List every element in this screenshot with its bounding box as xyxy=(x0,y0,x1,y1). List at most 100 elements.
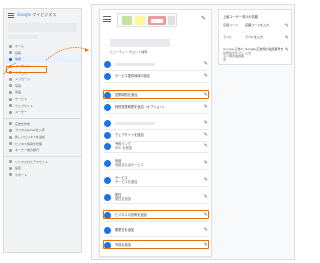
info-row[interactable]: 商品 商品またはサービス ✎ xyxy=(104,159,208,167)
manage-icon xyxy=(9,142,12,146)
info-row-label: 開業日を追加 xyxy=(115,228,135,232)
cover-photo[interactable] xyxy=(117,13,177,27)
sidebar-item[interactable]: メッセージ xyxy=(4,76,81,83)
edit-icon[interactable]: ✎ xyxy=(202,194,208,200)
sidebar-item[interactable]: 情報 xyxy=(4,56,81,63)
row-divider xyxy=(104,203,208,204)
edit-icon[interactable]: ✎ xyxy=(202,120,208,126)
sidebar-item[interactable]: 商品 xyxy=(4,89,81,96)
sidebar-divider xyxy=(4,117,81,119)
edit-icon[interactable]: ✎ xyxy=(202,143,208,149)
sidebar-item-label: 投稿 xyxy=(15,50,22,55)
sidebar-item-label: 広告を作成 xyxy=(15,121,31,126)
menu-icon[interactable] xyxy=(8,12,14,18)
edit-icon[interactable]: ✎ xyxy=(202,73,208,79)
edit-icon[interactable]: ✎ xyxy=(202,227,208,233)
sidebar-item[interactable]: 写真 xyxy=(4,83,81,90)
row-divider xyxy=(104,113,208,114)
info-row[interactable]: サービス サービスを追加 ✎ xyxy=(104,176,208,184)
sidebar-item[interactable]: ホーム xyxy=(4,43,81,50)
advanced-info-value: 店舗コードを入力 xyxy=(245,23,270,27)
advanced-info-row[interactable]: ラベル ラベルを入力 ✎ xyxy=(223,35,289,41)
sidebar-item-label: カスタムGmailを入手 xyxy=(15,128,45,133)
home-icon xyxy=(9,44,12,48)
website-icon xyxy=(9,104,12,108)
sidebar-item[interactable]: カスタムGmailを入手 xyxy=(4,127,81,134)
transfer-icon xyxy=(9,148,12,152)
row-divider xyxy=(104,236,208,237)
info-row[interactable]: 予約リンク URL を追加 ✎ xyxy=(104,142,208,150)
sidebar-item[interactable]: 新しいビジネスを追加 xyxy=(4,134,81,141)
product-icon xyxy=(9,90,12,94)
edit-icon[interactable]: ✎ xyxy=(202,177,208,183)
edit-icon[interactable]: ✎ xyxy=(202,61,208,67)
business-info-card: ✎ ビューティー サロン ▾ 福岡 ✎ サービス提供地域の設定 ✎ 営業時間を追加 ✎ 特… xyxy=(99,9,212,257)
sidebar-item[interactable]: 投稿 xyxy=(4,50,81,57)
highlight-description xyxy=(103,210,209,219)
gmail-icon xyxy=(9,128,12,132)
row-divider xyxy=(104,152,208,153)
sidebar-item-label: メッセージ xyxy=(15,77,30,82)
business-name-field[interactable] xyxy=(110,39,170,47)
info-row[interactable]: ✎ xyxy=(104,60,208,68)
info-row[interactable]: ✎ xyxy=(104,119,208,127)
edit-icon[interactable]: ✎ xyxy=(202,132,208,138)
row-divider xyxy=(104,221,208,222)
sidebar-item[interactable]: ビジネス情報を管理 xyxy=(4,140,81,147)
info-row[interactable]: 開業日を追加 ✎ xyxy=(104,226,208,234)
sidebar-item-label: ホーム xyxy=(15,44,24,49)
edit-icon[interactable]: ✎ xyxy=(284,48,289,53)
info-row[interactable]: サービス提供地域の設定 ✎ xyxy=(104,72,208,80)
link-icon xyxy=(9,160,12,164)
sidebar-item[interactable]: サービス xyxy=(4,96,81,103)
info-row-label: 商品 商品またはサービス xyxy=(115,159,144,167)
sidebar-item[interactable]: ユーザー xyxy=(4,109,81,116)
info-row-label: サービス サービスを追加 xyxy=(115,176,138,184)
edit-icon[interactable]: ✎ xyxy=(201,15,206,22)
sidebar-list-main: ホーム 投稿 情報 インサイト クチコミ メッセージ 写真 商品 サービス ウェブサイト ユーザー xyxy=(4,43,81,116)
highlight-business-hours xyxy=(103,90,209,99)
sidebar-item-label: 設定 xyxy=(15,166,22,171)
settings-icon xyxy=(9,166,12,170)
phone-icon xyxy=(104,119,111,127)
sidebar-item-label: ビジネス情報を管理 xyxy=(15,141,43,146)
info-row[interactable]: ウェブサイトを追加 ✎ xyxy=(104,131,208,139)
info-panel: ✎ ビューティー サロン ▾ 福岡 ✎ サービス提供地域の設定 ✎ 営業時間を追加 ✎ 特… xyxy=(91,4,295,260)
photo-icon xyxy=(9,84,12,88)
info-row-label: 特別営業時間を追加（オプション） xyxy=(115,105,166,109)
edit-icon[interactable]: ✎ xyxy=(202,160,208,166)
menu-icon[interactable] xyxy=(103,16,111,22)
advanced-info-value: ラベルを入力 xyxy=(245,35,264,39)
sidebar-item[interactable]: ウェブサイト xyxy=(4,102,81,109)
sidebar-item[interactable]: オーナー権の移行 xyxy=(4,147,81,154)
row-divider xyxy=(104,101,208,102)
edit-icon[interactable]: ✎ xyxy=(284,36,289,41)
info-row[interactable]: 属性 属性を追加 ✎ xyxy=(104,193,208,201)
attributes-icon xyxy=(104,193,111,201)
sidebar-list-settings: リンクされたアカウント 設定 サポート xyxy=(4,159,81,179)
row-divider xyxy=(104,82,208,83)
info-row-label: 属性 属性を追加 xyxy=(115,193,131,201)
sidebar-item[interactable]: サポート xyxy=(4,172,81,179)
sidebar: Google マイビジネス ホーム 投稿 情報 インサイト クチコミ メッセージ 写真 商品サ… xyxy=(3,8,82,253)
edit-icon[interactable]: ✎ xyxy=(202,104,208,110)
business-name-placeholder[interactable] xyxy=(8,23,77,32)
advanced-info-row[interactable]: 店舗コード 店舗コードを入力 ✎ xyxy=(223,23,289,29)
row-divider xyxy=(104,129,208,130)
advanced-info-row[interactable]: Google 広告の住所表示オプション用の電話番号 Google 広告用の電話番号… xyxy=(223,47,289,62)
ads-icon xyxy=(9,122,12,126)
info-row[interactable]: 特別営業時間を追加（オプション） ✎ xyxy=(104,103,208,111)
sidebar-item-label: ウェブサイト xyxy=(15,103,34,108)
edit-icon[interactable]: ✎ xyxy=(284,24,289,29)
sidebar-item[interactable]: リンクされたアカウント xyxy=(4,159,81,166)
add-business-icon xyxy=(9,135,12,139)
app-logo: Google マイビジネス xyxy=(17,12,57,17)
service-icon xyxy=(9,97,12,101)
opening-date-icon xyxy=(104,226,111,234)
globe-icon xyxy=(104,131,111,139)
sidebar-item[interactable]: 設定 xyxy=(4,165,81,172)
advanced-info-key: ラベル xyxy=(223,35,233,39)
clock2-icon xyxy=(104,103,111,111)
sidebar-item[interactable]: 広告を作成 xyxy=(4,121,81,128)
sidebar-item-label: 商品 xyxy=(15,90,22,95)
